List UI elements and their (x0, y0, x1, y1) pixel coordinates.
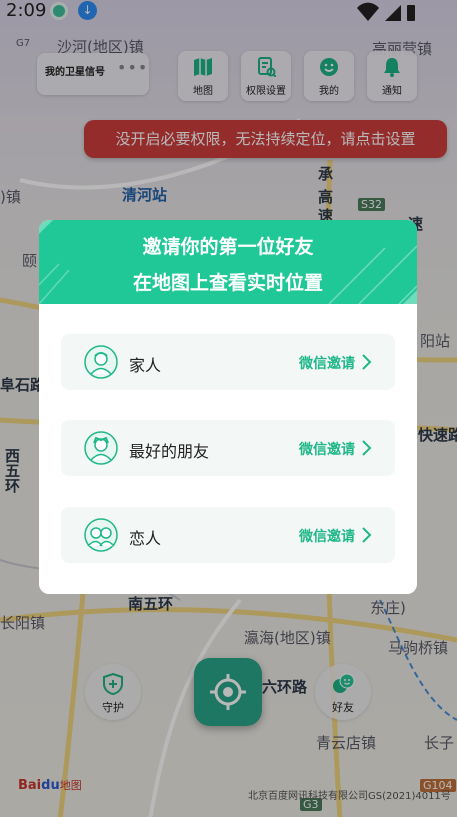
invite-item-name: 最好的朋友 (129, 442, 210, 461)
invite-item-partner[interactable]: 恋人 微信邀请 (61, 507, 395, 563)
invite-title-line2: 在地图上查看实时位置 (132, 272, 323, 294)
invite-item-name: 恋人 (129, 529, 162, 548)
best-friend-avatar-icon (84, 431, 118, 465)
chevron-right-icon (362, 440, 372, 456)
invite-item-family[interactable]: 家人 微信邀请 (61, 334, 395, 390)
invite-item-best-friend[interactable]: 最好的朋友 微信邀请 (61, 420, 395, 476)
invite-title-line1: 邀请你的第一位好友 (142, 236, 314, 258)
invite-item-name: 家人 (129, 356, 162, 375)
chevron-right-icon (362, 527, 372, 543)
invite-dialog-header: 邀请你的第一位好友 在地图上查看实时位置 (39, 220, 417, 304)
invite-dialog: 邀请你的第一位好友 在地图上查看实时位置 家人 微信邀请 最好的朋友 微信邀请 (39, 220, 417, 594)
partner-avatar-icon (84, 518, 118, 552)
chevron-right-icon (362, 354, 372, 370)
wechat-invite-link[interactable]: 微信邀请 (299, 353, 355, 373)
family-avatar-icon (84, 345, 118, 379)
wechat-invite-link[interactable]: 微信邀请 (299, 526, 355, 546)
wechat-invite-link[interactable]: 微信邀请 (299, 439, 355, 459)
